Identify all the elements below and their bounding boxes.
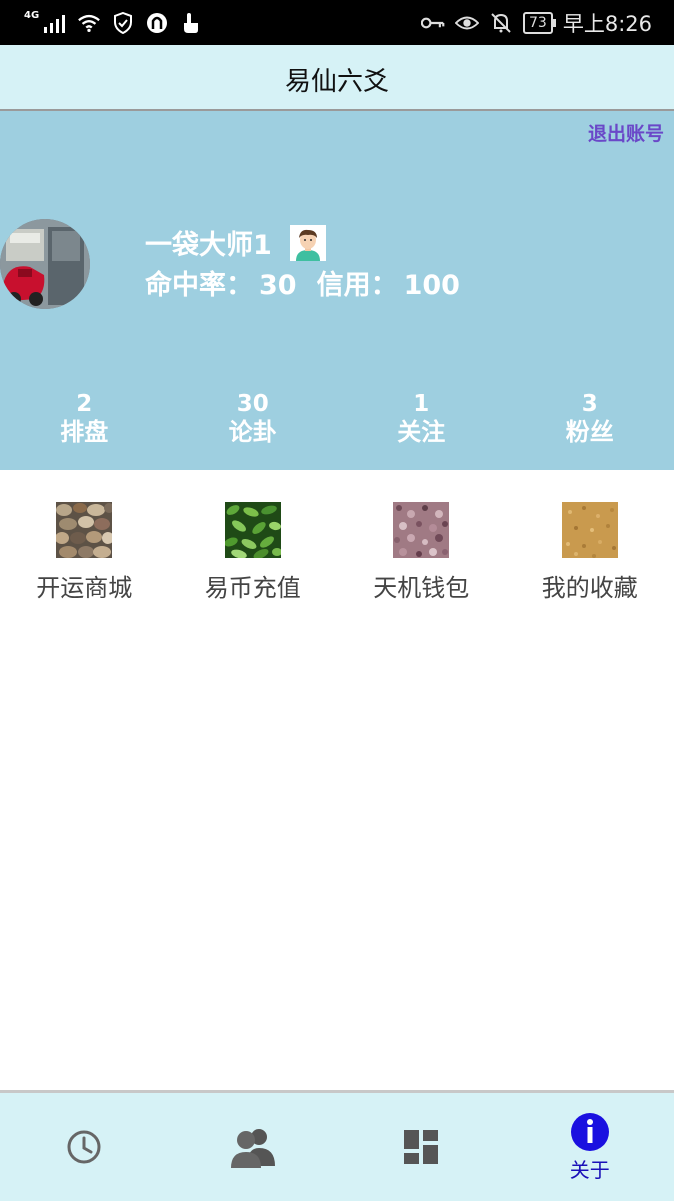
count-value: 3 bbox=[506, 391, 674, 417]
leaves-icon bbox=[225, 502, 281, 558]
status-bar: 4G 73 早上8:26 bbox=[0, 0, 674, 45]
bell-muted-icon bbox=[489, 11, 513, 35]
avatar[interactable] bbox=[0, 219, 90, 309]
nav-about-label: 关于 bbox=[570, 1154, 610, 1183]
user-name-row: 一袋大师1 bbox=[145, 223, 326, 262]
count-label: 粉丝 bbox=[506, 417, 674, 447]
menu-item-label: 易币充值 bbox=[205, 568, 301, 603]
network-type: 4G bbox=[24, 10, 39, 21]
menu-item-label: 天机钱包 bbox=[373, 568, 469, 603]
wifi-icon bbox=[77, 11, 101, 35]
menu-item-recharge[interactable]: 易币充值 bbox=[169, 502, 338, 603]
nav-about[interactable]: 关于 bbox=[506, 1093, 674, 1201]
menu-item-label: 开运商城 bbox=[36, 568, 132, 603]
clock-icon bbox=[66, 1129, 102, 1165]
user-stats: 命中率：30 信用：100 bbox=[145, 263, 466, 302]
count-lungua[interactable]: 30 论卦 bbox=[169, 391, 338, 447]
feature-menu: 开运商城 易币充值 天机钱包 我的收藏 bbox=[0, 502, 674, 603]
dashboard-icon bbox=[403, 1129, 439, 1165]
nav-history[interactable] bbox=[0, 1093, 169, 1201]
count-value: 30 bbox=[169, 391, 338, 417]
profile-panel: 退出账号 一袋大师1 命中率 bbox=[0, 111, 674, 470]
menu-item-label: 我的收藏 bbox=[542, 568, 638, 603]
count-value: 2 bbox=[0, 391, 169, 417]
pebbles-icon bbox=[56, 502, 112, 558]
count-label: 关注 bbox=[337, 417, 506, 447]
count-followers[interactable]: 3 粉丝 bbox=[506, 391, 674, 447]
eye-icon bbox=[455, 11, 479, 35]
people-icon bbox=[229, 1126, 277, 1168]
count-value: 1 bbox=[337, 391, 506, 417]
nav-dashboard[interactable] bbox=[337, 1093, 506, 1201]
male-avatar-icon bbox=[290, 225, 326, 261]
signal-icon bbox=[43, 11, 67, 35]
menu-item-wallet[interactable]: 天机钱包 bbox=[337, 502, 506, 603]
hit-rate-label: 命中率： bbox=[145, 270, 253, 301]
battery-indicator: 73 bbox=[523, 12, 553, 34]
info-icon bbox=[570, 1112, 610, 1152]
app-header: 易仙六爻 bbox=[0, 45, 674, 111]
menu-item-shop[interactable]: 开运商城 bbox=[0, 502, 169, 603]
touch-icon bbox=[179, 11, 203, 35]
count-label: 论卦 bbox=[169, 417, 338, 447]
count-paipan[interactable]: 2 排盘 bbox=[0, 391, 169, 447]
status-right: 73 早上8:26 bbox=[421, 10, 652, 36]
status-left: 4G bbox=[24, 10, 203, 36]
shield-icon bbox=[111, 11, 135, 35]
granite-icon bbox=[393, 502, 449, 558]
credit-value: 100 bbox=[404, 270, 460, 301]
menu-item-favorites[interactable]: 我的收藏 bbox=[506, 502, 674, 603]
bottom-nav: 关于 bbox=[0, 1090, 674, 1201]
logout-button[interactable]: 退出账号 bbox=[588, 119, 664, 146]
count-label: 排盘 bbox=[0, 417, 169, 447]
app-notification-icon bbox=[145, 11, 169, 35]
profile-counts: 2 排盘 30 论卦 1 关注 3 粉丝 bbox=[0, 391, 674, 447]
sand-icon bbox=[562, 502, 618, 558]
page-title: 易仙六爻 bbox=[0, 61, 674, 98]
count-following[interactable]: 1 关注 bbox=[337, 391, 506, 447]
key-icon bbox=[421, 11, 445, 35]
nav-community[interactable] bbox=[169, 1093, 338, 1201]
hit-rate-value: 30 bbox=[259, 270, 297, 301]
username: 一袋大师1 bbox=[145, 223, 272, 262]
credit-label: 信用： bbox=[317, 270, 398, 301]
status-time: 早上8:26 bbox=[563, 8, 652, 38]
